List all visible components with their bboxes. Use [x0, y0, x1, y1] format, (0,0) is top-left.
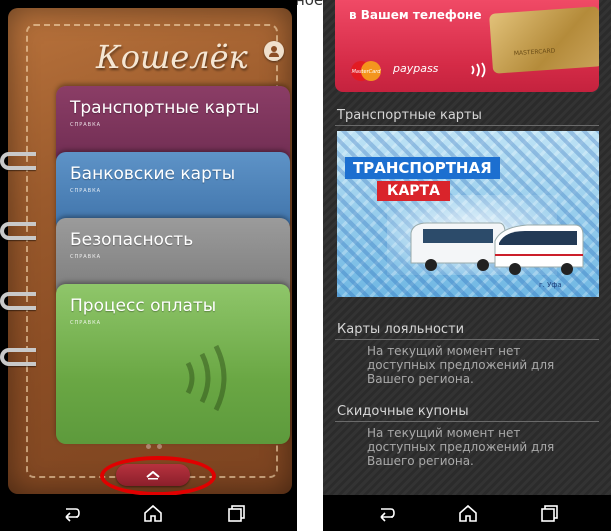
binder-ring: [0, 348, 36, 366]
transport-card-banner[interactable]: ТРАНСПОРТНАЯ КАРТА г. Уфа: [337, 131, 599, 297]
right-phone-screen: в Вашем телефоне MASTERCARD MasterCard p…: [323, 0, 611, 531]
binder-ring: [0, 222, 36, 240]
account-icon: [269, 46, 279, 57]
page-indicator: [146, 444, 162, 449]
back-icon[interactable]: [60, 503, 82, 523]
transport-section-title: Транспортные карты: [337, 108, 482, 123]
card-payment-help: СПРАВКА: [70, 320, 102, 326]
loyalty-section-title: Карты лояльности: [337, 322, 465, 337]
nfc-waves-icon: [185, 344, 227, 412]
card-bank-help: СПРАВКА: [70, 188, 102, 194]
section-divider: [335, 421, 599, 422]
city-mark: г. Уфа: [539, 281, 562, 289]
account-button[interactable]: [264, 41, 284, 61]
coupons-section-title: Скидочные купоны: [337, 404, 469, 419]
recent-apps-icon[interactable]: [226, 503, 248, 523]
mastercard-promo-banner[interactable]: в Вашем телефоне MASTERCARD MasterCard p…: [335, 0, 599, 92]
banner-title-line2: КАРТА: [377, 181, 450, 201]
bus-tram-image: [410, 222, 584, 275]
android-nav-bar: [323, 495, 611, 531]
home-icon[interactable]: [457, 503, 479, 523]
card-payment-label: Процесс оплаты: [70, 296, 217, 316]
promo-text: в Вашем телефоне: [349, 8, 482, 22]
back-icon[interactable]: [375, 503, 397, 523]
screenshot-root: водного телефона вредпосноего Кошелёк Тр…: [0, 0, 611, 531]
wallet-background: Кошелёк Транспортные карты СПРАВКА Банко…: [8, 8, 292, 494]
section-divider: [335, 339, 599, 340]
wallet-title: Кошелёк: [96, 38, 248, 76]
section-divider: [335, 125, 599, 126]
loyalty-empty-text: На текущий момент нет доступных предложе…: [367, 344, 555, 386]
contactless-icon: [471, 62, 486, 78]
mastercard-logo-icon: MasterCard: [351, 61, 382, 81]
binder-ring: [0, 292, 36, 310]
paypass-text: paypass: [393, 62, 439, 75]
card-transport-help: СПРАВКА: [70, 122, 102, 128]
home-icon[interactable]: [142, 503, 164, 523]
left-phone-screen: Кошелёк Транспортные карты СПРАВКА Банко…: [0, 0, 297, 531]
android-nav-bar: [0, 495, 297, 531]
binder-ring: [0, 152, 36, 170]
coupons-empty-text: На текущий момент нет доступных предложе…: [367, 426, 555, 468]
banner-title-line1: ТРАНСПОРТНАЯ: [345, 157, 500, 179]
card-bank-label: Банковские карты: [70, 164, 236, 184]
card-transport-label: Транспортные карты: [70, 98, 260, 118]
gold-card-image: MASTERCARD: [489, 6, 599, 74]
recent-apps-icon[interactable]: [539, 503, 561, 523]
card-security-label: Безопасность: [70, 230, 194, 250]
card-payment-process[interactable]: Процесс оплаты СПРАВКА: [56, 284, 290, 444]
svg-text:MasterCard: MasterCard: [352, 69, 382, 75]
card-security-help: СПРАВКА: [70, 254, 102, 260]
red-highlight-circle: [100, 456, 216, 496]
